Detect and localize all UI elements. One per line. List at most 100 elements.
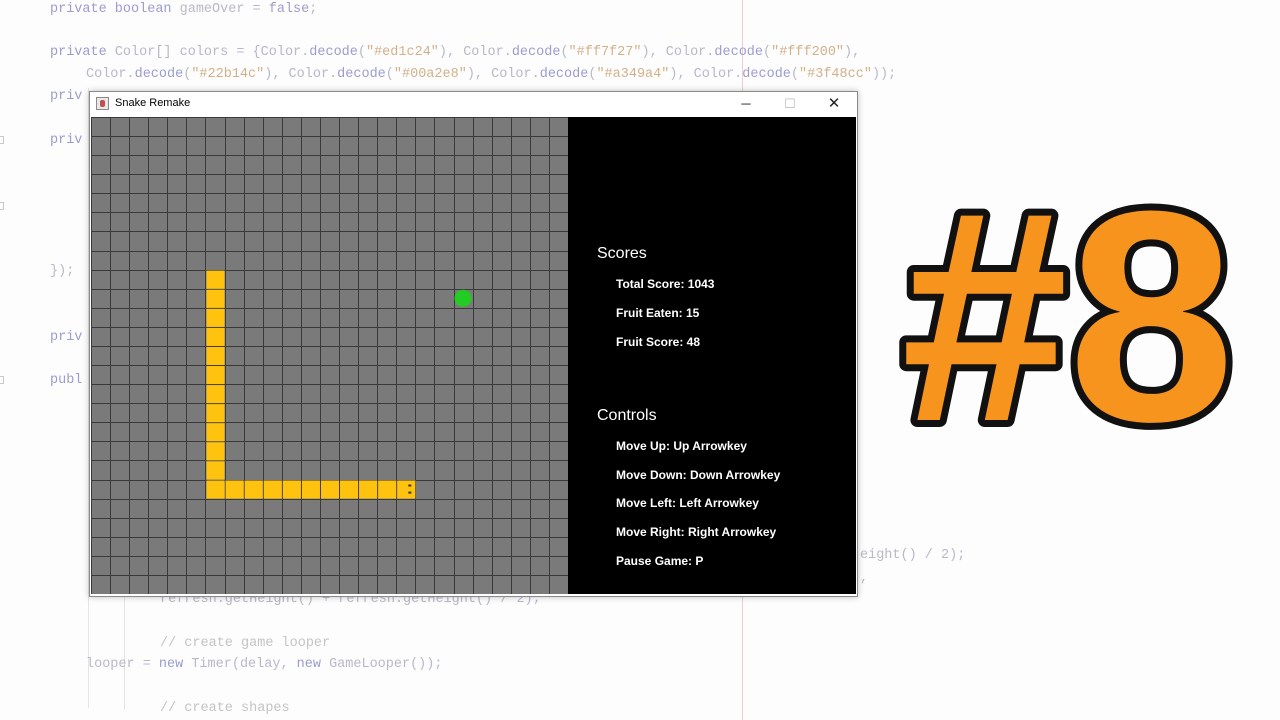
code-token: Color[] colors = {Color.	[106, 45, 310, 60]
thumbnail-stage: private boolean gameOver = false; privat…	[0, 0, 1280, 720]
gutter-fold-marker	[0, 376, 4, 384]
indent-guide	[124, 590, 125, 710]
game-board-canvas	[91, 117, 568, 594]
snake-segment	[206, 366, 225, 385]
control-move-right: Move Right: Right Arrowkey	[616, 525, 777, 539]
code-token: (	[385, 67, 394, 82]
board-background	[91, 117, 568, 594]
control-move-down: Move Down: Down Arrowkey	[616, 468, 781, 482]
code-line: priv	[50, 330, 82, 345]
game-board[interactable]	[91, 117, 568, 594]
maximize-button[interactable]: ☐	[768, 92, 812, 116]
snake-segment	[397, 480, 416, 499]
code-token: priv	[50, 133, 83, 148]
snake-game-window: Snake Remake ─ ☐ ✕ Scores Total Score: 1…	[89, 91, 858, 597]
code-token: decode	[511, 45, 561, 60]
code-token: ;	[309, 2, 318, 17]
control-move-up: Move Up: Up Arrowkey	[616, 439, 747, 453]
code-line: priv	[50, 133, 82, 148]
code-token: decode	[337, 67, 386, 82]
scores-heading: Scores	[597, 245, 647, 262]
snake-eye	[408, 491, 412, 494]
code-token: priv	[50, 330, 83, 345]
fruit-score-label: Fruit Score: 48	[616, 335, 701, 349]
close-button[interactable]: ✕	[812, 92, 856, 116]
code-line: ,	[860, 571, 868, 586]
code-token: "#3f48cc"	[799, 67, 872, 82]
code-token: private boolean	[50, 2, 172, 17]
code-token: });	[50, 264, 75, 279]
code-token: // create game looper	[160, 636, 331, 651]
code-token: decode	[742, 67, 791, 82]
episode-number-text: #8	[901, 150, 1235, 450]
code-token: (	[357, 45, 366, 60]
snake-segment	[206, 404, 225, 423]
code-token: false	[268, 2, 310, 17]
code-token: decode	[134, 67, 184, 82]
window-titlebar[interactable]: Snake Remake ─ ☐ ✕	[90, 92, 857, 116]
code-token: Timer(delay,	[183, 657, 297, 672]
code-token: gameOver =	[171, 2, 269, 17]
code-token: GameLooper());	[320, 657, 443, 672]
code-token: ),	[844, 45, 861, 60]
code-token: "#00a2e8"	[393, 67, 467, 82]
code-token: (	[560, 45, 569, 60]
control-pause-game: Pause Game: P	[616, 554, 704, 568]
snake-segment	[206, 442, 225, 461]
fruit-eaten-label: Fruit Eaten: 15	[616, 306, 700, 320]
code-token: looper =	[86, 657, 159, 672]
code-token: private	[50, 45, 107, 60]
code-line: });	[50, 264, 74, 279]
code-token: Color.	[86, 67, 135, 82]
code-token: "#ff7f27"	[568, 45, 642, 60]
code-line: eight() / 2);	[860, 548, 965, 563]
fruit	[454, 289, 472, 307]
info-panel: Scores Total Score: 1043 Fruit Eaten: 15…	[568, 117, 856, 594]
code-token: new	[296, 657, 321, 672]
episode-number-graphic: #8	[894, 141, 1242, 491]
gutter-fold-marker	[0, 202, 4, 210]
code-token: (	[790, 67, 800, 82]
code-token: new	[158, 657, 184, 672]
code-line: looper = new Timer(delay, new GameLooper…	[86, 657, 443, 672]
snake-segment	[206, 327, 225, 346]
snake-eye	[408, 484, 412, 487]
snake-segment	[359, 480, 378, 499]
snake-segment	[282, 480, 301, 499]
code-token: ), Color.	[669, 67, 743, 82]
code-token: ), Color.	[641, 45, 715, 60]
controls-heading: Controls	[597, 407, 657, 424]
code-token: "#ed1c24"	[365, 45, 439, 60]
snake-segment	[225, 480, 244, 499]
snake-segment	[340, 480, 359, 499]
snake-segment	[206, 423, 225, 442]
code-line: private boolean gameOver = false;	[50, 2, 317, 17]
code-line: priv	[50, 89, 82, 104]
control-move-left: Move Left: Left Arrowkey	[616, 496, 759, 510]
code-token: "#22b14c"	[191, 67, 265, 82]
snake-segment	[378, 480, 397, 499]
code-line: publ	[50, 373, 82, 388]
code-line: // create shapes	[160, 701, 290, 716]
code-token: decode	[714, 45, 763, 60]
snake-segment	[206, 289, 225, 308]
code-token: ));	[871, 67, 897, 82]
snake-segment	[244, 480, 263, 499]
code-token: publ	[50, 373, 83, 388]
snake-segment	[263, 480, 282, 499]
code-line: private Color[] colors = {Color.decode("…	[50, 45, 860, 60]
episode-number-badge: #8	[872, 141, 1272, 491]
code-token: "#fff200"	[771, 45, 845, 60]
code-token: (	[763, 45, 772, 60]
code-token: // create shapes	[160, 701, 290, 716]
minimize-button[interactable]: ─	[724, 92, 768, 116]
code-token: ), Color.	[466, 67, 540, 82]
snake-segment	[206, 270, 225, 289]
snake-segment	[206, 461, 225, 480]
snake-segment	[206, 480, 225, 499]
code-line: Color.decode("#22b14c"), Color.decode("#…	[86, 67, 896, 82]
snake-segment	[320, 480, 340, 499]
code-token: decode	[309, 45, 358, 60]
code-token: eight() / 2);	[860, 548, 966, 563]
snake-segment	[301, 480, 320, 499]
